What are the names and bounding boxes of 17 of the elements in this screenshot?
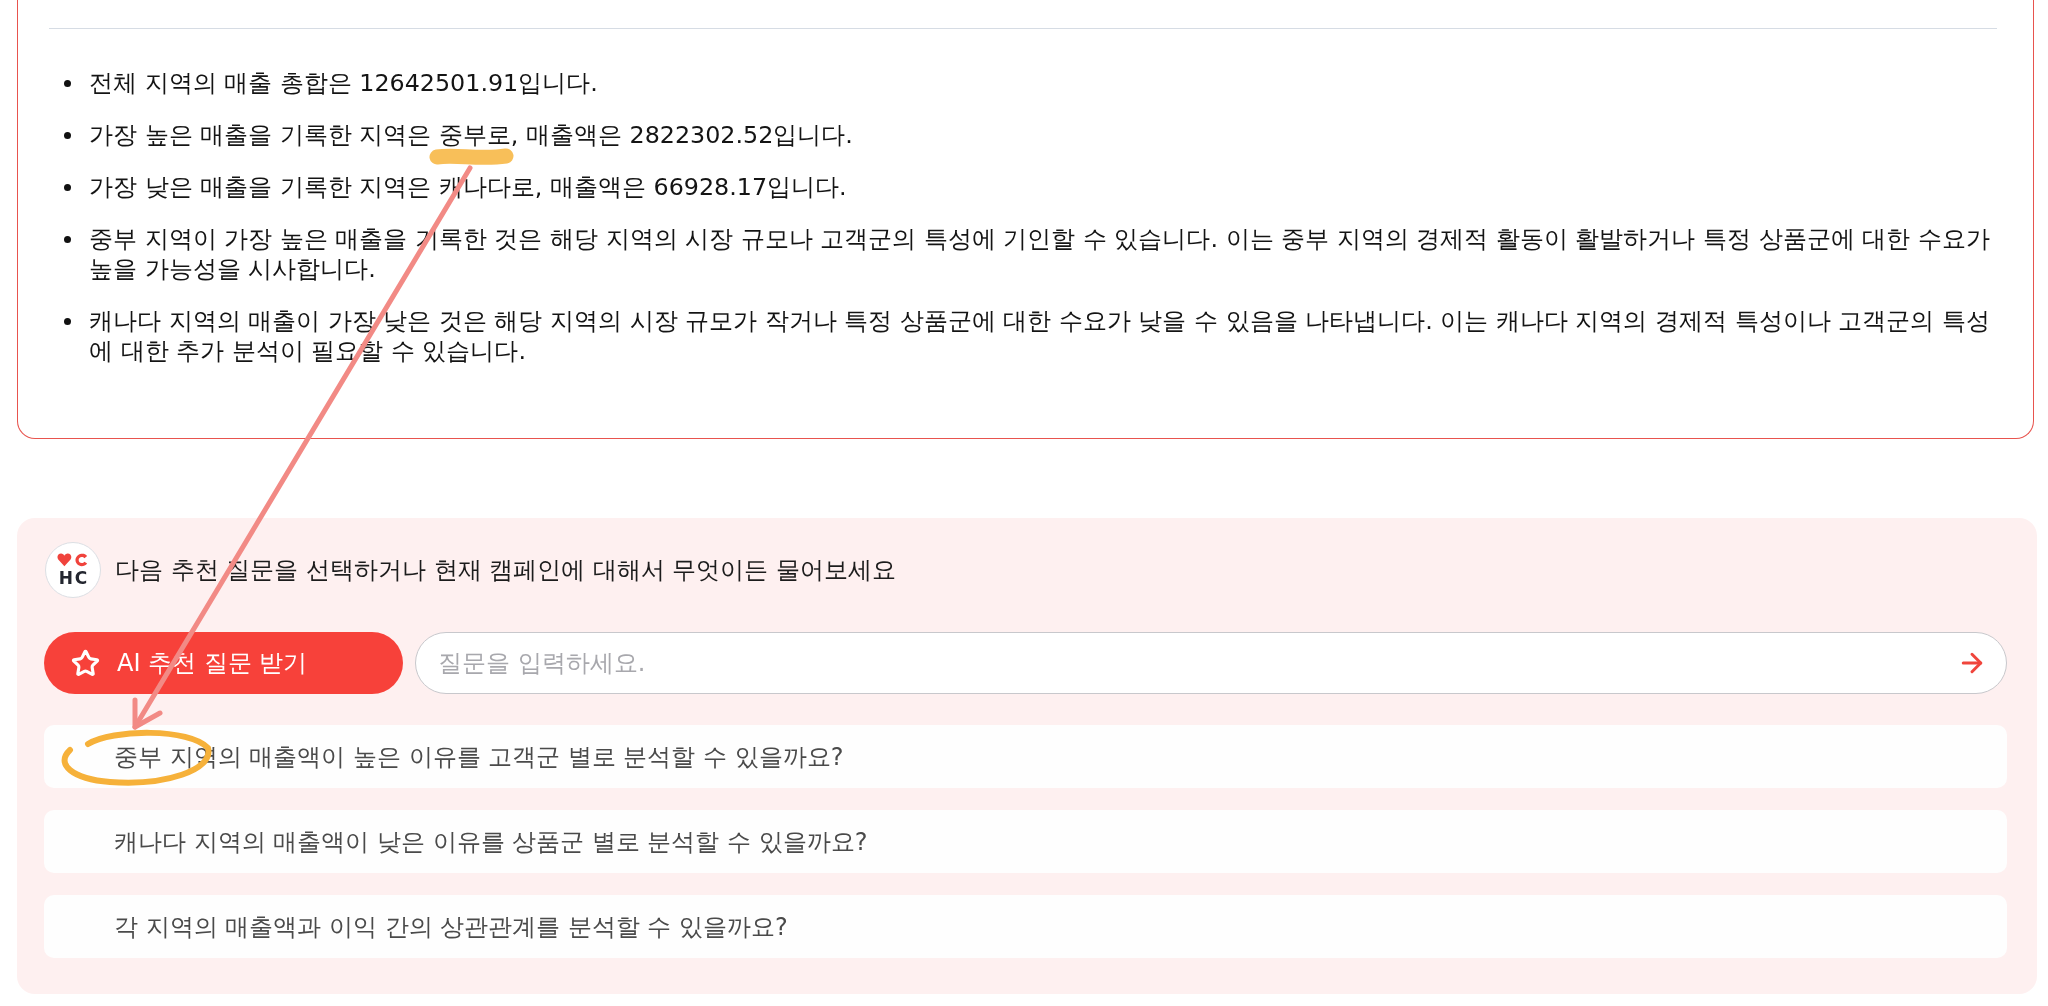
bullet-dot-icon — [64, 184, 71, 191]
logo-text: HC — [57, 570, 90, 587]
summary-bullet-text: 전체 지역의 매출 총합은 12642501.91입니다. — [89, 68, 598, 98]
summary-bullet-text: 캐나다 지역의 매출이 가장 낮은 것은 해당 지역의 시장 규모가 작거나 특정 상품군에 대한 수요가 낮을 수 있음을 나타냅니다. 이는 캐나다 지역의 경제적 특성이나 고객군의 특성에 대한 추가 분석이 필요할 수 있습니다. — [89, 306, 1991, 366]
suggested-question[interactable]: 캐나다 지역의 매출액이 낮은 이유를 상품군 별로 분석할 수 있을까요? — [44, 810, 2007, 873]
star-icon — [71, 648, 100, 678]
prompt-text: 다음 추천 질문을 선택하거나 현재 캠페인에 대해서 무엇이든 물어보세요 — [115, 555, 897, 586]
logo-heart-mark-icon — [57, 553, 89, 567]
summary-bullet-text: 중부 지역이 가장 높은 매출을 기록한 것은 해당 지역의 시장 규모나 고객군의 특성에 기인할 수 있습니다. 이는 중부 지역의 경제적 활동이 활발하거나 특정 상품군에 대한 수요가 높을 가능성을 시사합니다. — [89, 224, 1991, 284]
bullet-dot-icon — [64, 80, 71, 87]
question-input[interactable]: 질문을 입력하세요. — [415, 632, 2007, 694]
suggested-question[interactable]: 각 지역의 매출액과 이익 간의 상관관계를 분석할 수 있을까요? — [44, 895, 2007, 958]
bullet-dot-icon — [64, 236, 71, 243]
bullet-dot-icon — [64, 318, 71, 325]
bullet-dot-icon — [64, 132, 71, 139]
summary-bullet-text: 가장 높은 매출을 기록한 지역은 중부로, 매출액은 2822302.52입니다. — [89, 120, 853, 150]
summary-bullet-text: 가장 낮은 매출을 기록한 지역은 캐나다로, 매출액은 66928.17입니다. — [89, 172, 847, 202]
